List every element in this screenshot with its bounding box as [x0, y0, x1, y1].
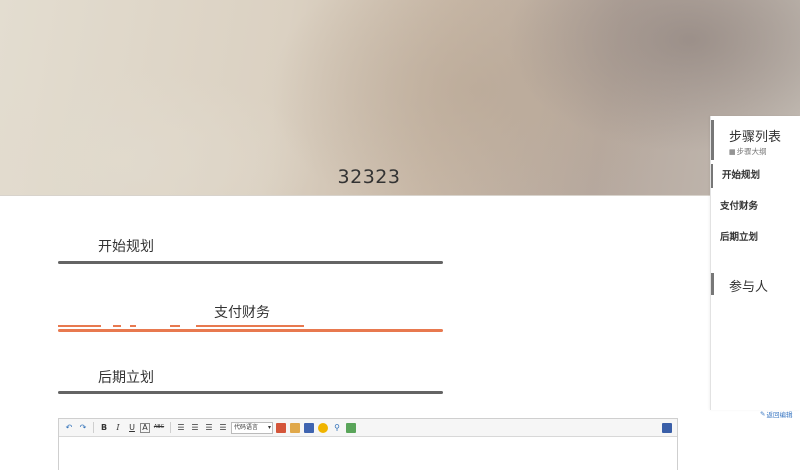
step-sidebar: 步骤列表 ▦ 步骤大纲 开始规划 支付财务 后期立划 参与人	[710, 116, 800, 410]
justify-icon[interactable]: ☰	[217, 422, 229, 434]
language-select[interactable]: 代码语言 ▾	[231, 421, 273, 434]
font-color-icon[interactable]: A	[140, 422, 150, 433]
attachment-icon[interactable]: ⚲	[331, 422, 343, 434]
pencil-icon: ✎	[760, 410, 766, 418]
step-progress-fragment	[58, 325, 101, 327]
outline-icon: ▦	[729, 147, 736, 156]
preview-icon[interactable]	[661, 422, 673, 434]
step-label: 开始规划	[98, 239, 154, 255]
sidebar-item-later-planning[interactable]: 后期立划	[711, 226, 800, 250]
participants-label: 参与人	[729, 280, 769, 295]
hero-banner: 32323	[0, 0, 800, 196]
step-section-1[interactable]: 开始规划	[58, 236, 443, 266]
step-progress-fragment	[196, 325, 304, 327]
sidebar-title: 步骤列表	[729, 130, 782, 145]
rich-text-editor[interactable]: ↶ ↷ B I U A ABC ☰ ☰ ☰ ☰ 代码语言 ▾ ⚲	[58, 418, 678, 470]
step-progress-fragment	[130, 325, 136, 327]
folder-icon[interactable]	[289, 422, 301, 434]
editor-toolbar: ↶ ↷ B I U A ABC ☰ ☰ ☰ ☰ 代码语言 ▾ ⚲	[59, 419, 677, 437]
back-to-edit-label: 返回编辑	[766, 411, 793, 419]
step-progress-fragment	[113, 325, 121, 327]
save-icon[interactable]	[303, 422, 315, 434]
step-progress-bar-active	[58, 329, 443, 332]
strikethrough-icon[interactable]: ABC	[152, 422, 166, 434]
image-icon[interactable]	[275, 422, 287, 434]
step-section-2[interactable]: 支付财务	[58, 302, 443, 334]
align-center-icon[interactable]: ☰	[189, 422, 201, 434]
step-section-3[interactable]: 后期立划	[58, 367, 443, 397]
align-left-icon[interactable]: ☰	[175, 422, 187, 434]
align-right-icon[interactable]: ☰	[203, 422, 215, 434]
map-icon[interactable]	[345, 422, 357, 434]
sidebar-subtitle[interactable]: ▦ 步骤大纲	[729, 146, 767, 157]
step-progress-bar	[58, 391, 443, 394]
step-progress-bar	[58, 261, 443, 264]
language-select-value: 代码语言	[234, 423, 259, 431]
page-title: 32323	[337, 166, 401, 188]
sidebar-subtitle-label: 步骤大纲	[736, 147, 767, 156]
step-progress-fragment	[170, 325, 180, 327]
sidebar-header: 步骤列表 ▦ 步骤大纲	[711, 120, 800, 160]
step-label: 后期立划	[98, 370, 154, 386]
sidebar-item-start-planning[interactable]: 开始规划	[711, 164, 800, 188]
sidebar-participants[interactable]: 参与人	[711, 273, 800, 295]
emoticon-icon[interactable]	[317, 422, 329, 434]
chevron-down-icon: ▾	[267, 423, 271, 431]
undo-icon[interactable]: ↶	[63, 422, 75, 434]
redo-icon[interactable]: ↷	[77, 422, 89, 434]
bold-icon[interactable]: B	[98, 422, 110, 434]
back-to-edit-link[interactable]: ✎ 返回编辑	[760, 409, 792, 419]
underline-icon[interactable]: U	[126, 422, 138, 434]
toolbar-divider	[170, 422, 171, 433]
toolbar-divider	[93, 422, 94, 433]
step-label: 支付财务	[214, 305, 270, 321]
sidebar-item-payment-finance[interactable]: 支付财务	[711, 195, 800, 219]
italic-icon[interactable]: I	[112, 422, 124, 434]
